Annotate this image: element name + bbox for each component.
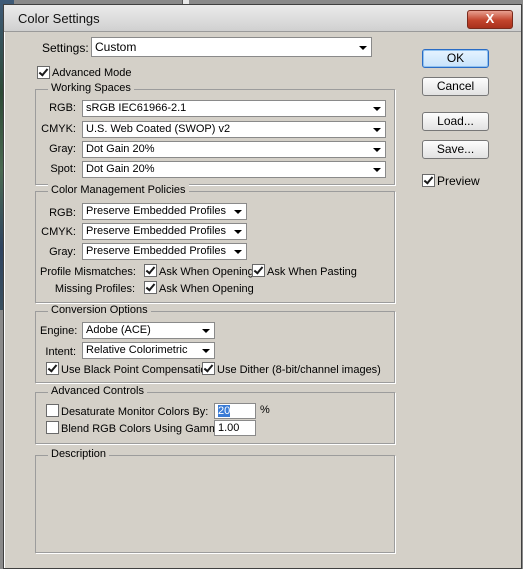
preview-label: Preview bbox=[437, 174, 480, 188]
engine-label: Engine: bbox=[40, 325, 78, 337]
ws-cmyk-value: U.S. Web Coated (SWOP) v2 bbox=[86, 123, 231, 135]
ws-gray-label: Gray: bbox=[49, 143, 76, 155]
desaturate-value: 20 bbox=[218, 405, 231, 417]
use-dither-label: Use Dither (8-bit/channel images) bbox=[217, 364, 381, 376]
engine-select[interactable]: Adobe (ACE) bbox=[82, 322, 215, 339]
ws-gray-select[interactable]: Dot Gain 20% bbox=[82, 141, 386, 158]
conversion-title: Conversion Options bbox=[48, 304, 151, 316]
pol-cmyk-select[interactable]: Preserve Embedded Profiles bbox=[82, 223, 247, 240]
settings-label: Settings: bbox=[42, 41, 89, 55]
advanced-controls-title: Advanced Controls bbox=[48, 385, 147, 397]
desaturate-label: Desaturate Monitor Colors By: bbox=[61, 406, 209, 418]
pol-rgb-select[interactable]: Preserve Embedded Profiles bbox=[82, 203, 247, 220]
working-spaces-title: Working Spaces bbox=[48, 82, 134, 94]
chevron-down-icon bbox=[373, 107, 381, 111]
percent-label: % bbox=[260, 404, 270, 416]
intent-select[interactable]: Relative Colorimetric bbox=[82, 342, 215, 359]
dialog-title: Color Settings bbox=[18, 11, 100, 26]
missing-ask-opening-label: Ask When Opening bbox=[159, 283, 254, 295]
ws-cmyk-label: CMYK: bbox=[41, 123, 76, 135]
ws-spot-value: Dot Gain 20% bbox=[86, 163, 155, 175]
use-dither-checkbox[interactable] bbox=[202, 362, 215, 375]
blend-gamma-input[interactable]: 1.00 bbox=[214, 420, 256, 436]
blend-gamma-value: 1.00 bbox=[218, 422, 240, 434]
engine-value: Adobe (ACE) bbox=[86, 324, 151, 336]
missing-profiles-label: Missing Profiles: bbox=[54, 283, 135, 295]
pol-gray-label: Gray: bbox=[49, 246, 76, 258]
chevron-down-icon bbox=[202, 349, 210, 353]
pol-gray-value: Preserve Embedded Profiles bbox=[86, 245, 227, 257]
advanced-mode-checkbox[interactable] bbox=[37, 66, 50, 79]
missing-ask-opening-checkbox[interactable] bbox=[144, 281, 157, 294]
chevron-down-icon bbox=[202, 329, 210, 333]
pol-rgb-label: RGB: bbox=[49, 207, 76, 219]
chevron-down-icon bbox=[359, 46, 367, 50]
color-settings-dialog: Color Settings X Settings: Custom Advanc… bbox=[3, 4, 522, 569]
close-button[interactable]: X bbox=[467, 10, 513, 29]
chevron-down-icon bbox=[373, 168, 381, 172]
black-point-compensation-label: Use Black Point Compensation bbox=[61, 364, 213, 376]
ws-spot-label: Spot: bbox=[50, 163, 76, 175]
desaturate-input[interactable]: 20 bbox=[214, 403, 256, 419]
desaturate-checkbox[interactable] bbox=[46, 404, 59, 417]
mismatch-ask-pasting-checkbox[interactable] bbox=[252, 264, 265, 277]
load-button[interactable]: Load... bbox=[422, 112, 489, 131]
advanced-mode-label: Advanced Mode bbox=[52, 67, 132, 79]
mismatch-ask-opening-label: Ask When Opening bbox=[159, 266, 254, 278]
intent-value: Relative Colorimetric bbox=[86, 344, 188, 356]
title-bar[interactable]: Color Settings X bbox=[4, 5, 521, 32]
ws-cmyk-select[interactable]: U.S. Web Coated (SWOP) v2 bbox=[82, 121, 386, 138]
pol-cmyk-label: CMYK: bbox=[41, 226, 76, 238]
description-title: Description bbox=[48, 448, 110, 460]
policies-title: Color Management Policies bbox=[48, 184, 189, 196]
chevron-down-icon bbox=[373, 148, 381, 152]
settings-value: Custom bbox=[95, 40, 137, 54]
ws-rgb-value: sRGB IEC61966-2.1 bbox=[86, 102, 187, 114]
chevron-down-icon bbox=[234, 210, 242, 214]
ws-rgb-label: RGB: bbox=[49, 102, 76, 114]
black-point-compensation-checkbox[interactable] bbox=[46, 362, 59, 375]
chevron-down-icon bbox=[234, 230, 242, 234]
ws-rgb-select[interactable]: sRGB IEC61966-2.1 bbox=[82, 100, 386, 117]
chevron-down-icon bbox=[234, 250, 242, 254]
profile-mismatches-label: Profile Mismatches: bbox=[40, 266, 136, 278]
settings-select[interactable]: Custom bbox=[91, 37, 372, 57]
blend-gamma-checkbox[interactable] bbox=[46, 421, 59, 434]
pol-gray-select[interactable]: Preserve Embedded Profiles bbox=[82, 243, 247, 260]
chevron-down-icon bbox=[373, 128, 381, 132]
intent-label: Intent: bbox=[45, 346, 76, 358]
pol-cmyk-value: Preserve Embedded Profiles bbox=[86, 225, 227, 237]
ws-spot-select[interactable]: Dot Gain 20% bbox=[82, 161, 386, 178]
description-group: Description bbox=[35, 448, 395, 553]
pol-rgb-value: Preserve Embedded Profiles bbox=[86, 205, 227, 217]
ws-gray-value: Dot Gain 20% bbox=[86, 143, 155, 155]
mismatch-ask-pasting-label: Ask When Pasting bbox=[267, 266, 357, 278]
ok-button[interactable]: OK bbox=[422, 49, 489, 68]
preview-checkbox[interactable] bbox=[422, 174, 435, 187]
blend-gamma-label: Blend RGB Colors Using Gamma: bbox=[61, 423, 228, 435]
save-button[interactable]: Save... bbox=[422, 140, 489, 159]
cancel-button[interactable]: Cancel bbox=[422, 77, 489, 96]
mismatch-ask-opening-checkbox[interactable] bbox=[144, 264, 157, 277]
